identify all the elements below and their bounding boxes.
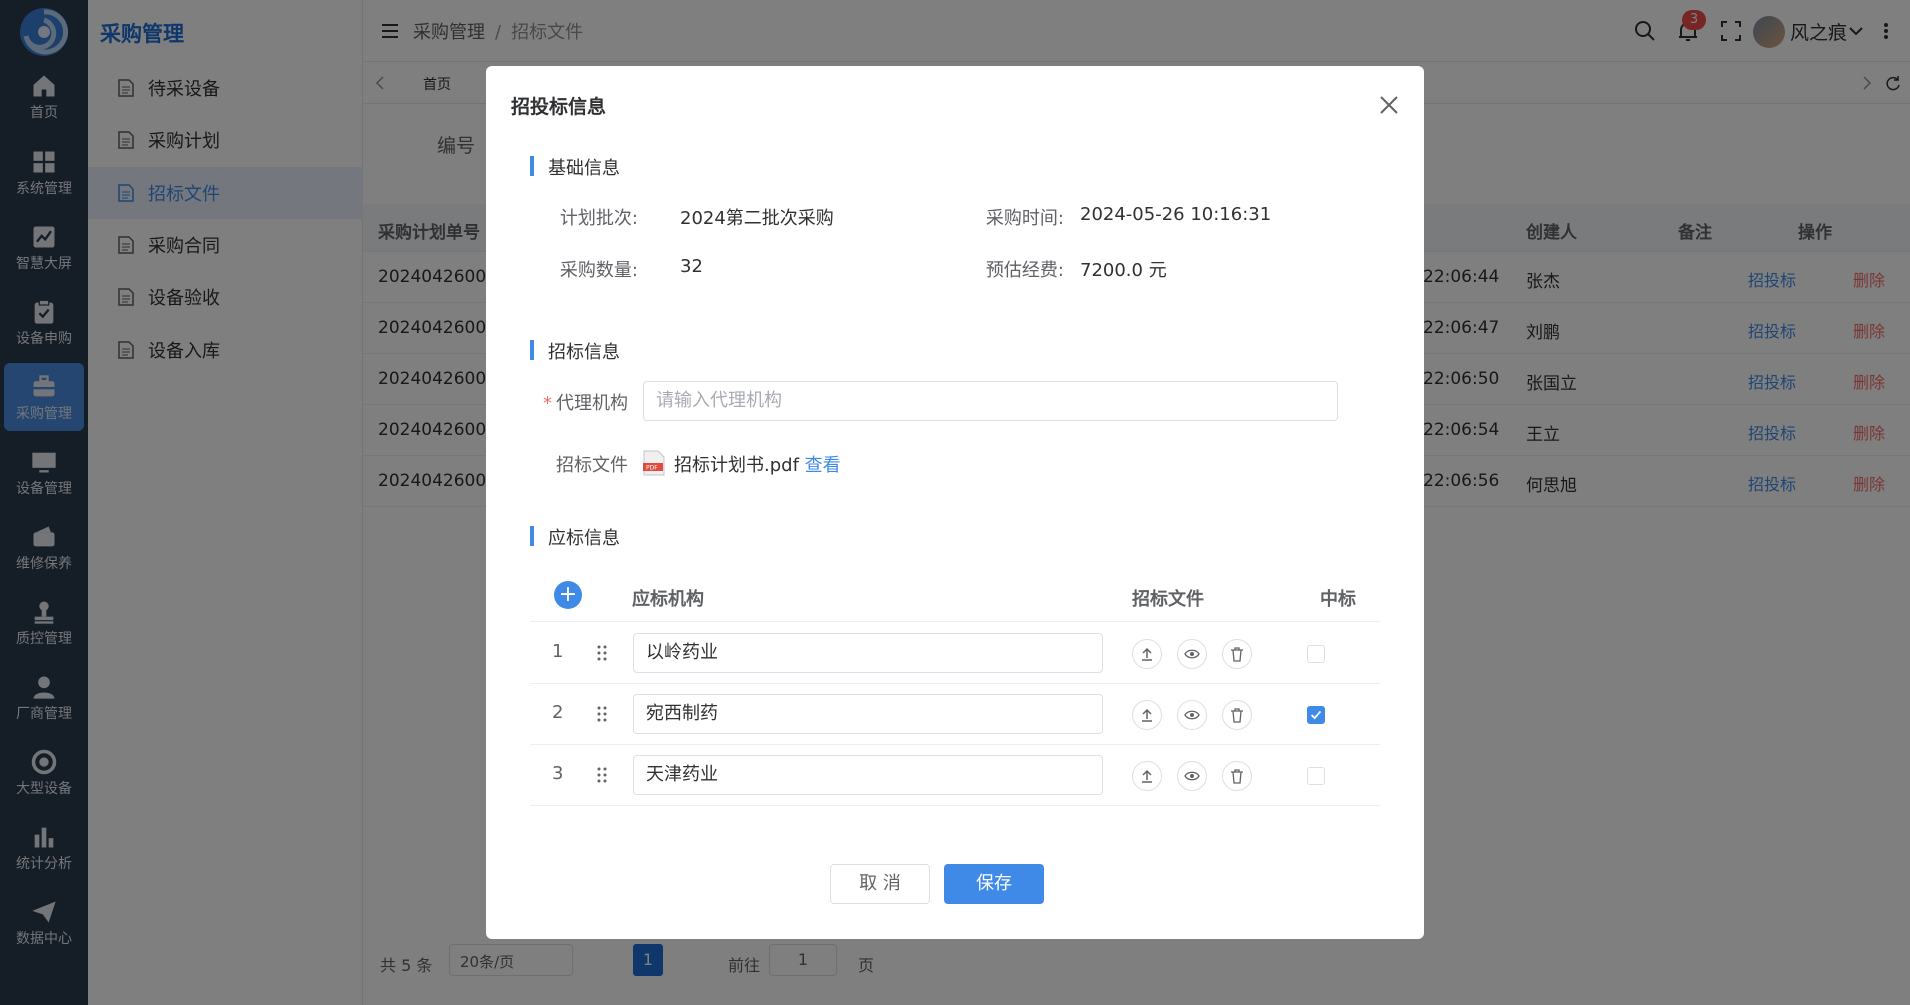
winner-checkbox[interactable] [1307,767,1325,785]
bid-org-input[interactable]: 天津药业 [633,755,1103,795]
label-budget: 预估经费: [985,260,1064,281]
svg-text:PDF: PDF [646,465,658,472]
preview-button[interactable] [1177,639,1207,669]
value-purchase-time: 2024-05-26 10:16:31 [1080,204,1272,225]
upload-button[interactable] [1132,700,1162,730]
delete-file-button[interactable] [1222,639,1252,669]
upload-icon [1142,769,1152,783]
bid-index: 1 [552,641,564,662]
drag-handle-icon[interactable] [596,765,608,785]
eye-icon [1184,649,1200,659]
preview-button[interactable] [1177,761,1207,791]
label-agency: * 代理机构 [526,389,628,415]
value-quantity: 32 [680,256,703,277]
bid-row: 2 宛西制药 [530,684,1380,745]
check-icon [1310,710,1322,720]
label-quantity: 采购数量: [559,260,638,281]
trash-icon [1231,647,1243,662]
drag-handle-icon[interactable] [596,704,608,724]
required-asterisk: * [543,393,552,414]
bid-row: 3 天津药业 [530,745,1380,806]
bid-index: 2 [552,702,564,723]
pdf-file-icon: PDF [643,450,665,476]
section-tender-info: 招标信息 [530,338,620,364]
col-bid-org: 应标机构 [632,589,704,610]
col-bid-winner: 中标 [1320,589,1356,610]
section-basic-info: 基础信息 [530,154,620,180]
value-budget: 7200.0 元 [1080,260,1167,281]
label-tender-file: 招标文件 [556,455,628,476]
preview-button[interactable] [1177,700,1207,730]
upload-icon [1142,708,1152,722]
delete-file-button[interactable] [1222,700,1252,730]
label-agency-text: 代理机构 [556,393,628,414]
bid-org-input[interactable]: 以岭药业 [633,633,1103,673]
upload-button[interactable] [1132,639,1162,669]
bid-org-input[interactable]: 宛西制药 [633,694,1103,734]
save-button[interactable]: 保存 [944,864,1044,904]
dialog-title: 招投标信息 [511,96,607,118]
col-bid-file: 招标文件 [1132,589,1204,610]
section-bid-info: 应标信息 [530,524,620,550]
label-batch: 计划批次: [559,208,638,229]
add-bid-button[interactable]: + [554,581,582,609]
winner-checkbox[interactable] [1307,706,1325,724]
trash-icon [1231,708,1243,723]
close-icon[interactable] [1378,94,1400,116]
trash-icon [1231,769,1243,784]
eye-icon [1184,771,1200,781]
view-file-link[interactable]: 查看 [805,455,841,476]
bids-table-header: + 应标机构 招标文件 中标 [530,570,1380,622]
cancel-button[interactable]: 取 消 [830,864,930,904]
bid-index: 3 [552,763,564,784]
agency-input[interactable]: 请输入代理机构 [643,381,1338,421]
upload-icon [1142,647,1152,661]
bid-info-dialog: 招投标信息 基础信息 计划批次: 2024第二批次采购 采购时间: 2024-0… [486,66,1424,939]
delete-file-button[interactable] [1222,761,1252,791]
winner-checkbox[interactable] [1307,645,1325,663]
upload-button[interactable] [1132,761,1162,791]
drag-handle-icon[interactable] [596,643,608,663]
bid-row: 1 以岭药业 [530,623,1380,684]
eye-icon [1184,710,1200,720]
label-purchase-time: 采购时间: [985,208,1064,229]
tender-file-name: 招标计划书.pdf 查看 [674,451,841,477]
tender-file-name-text: 招标计划书.pdf [674,455,799,476]
value-batch: 2024第二批次采购 [680,208,834,229]
